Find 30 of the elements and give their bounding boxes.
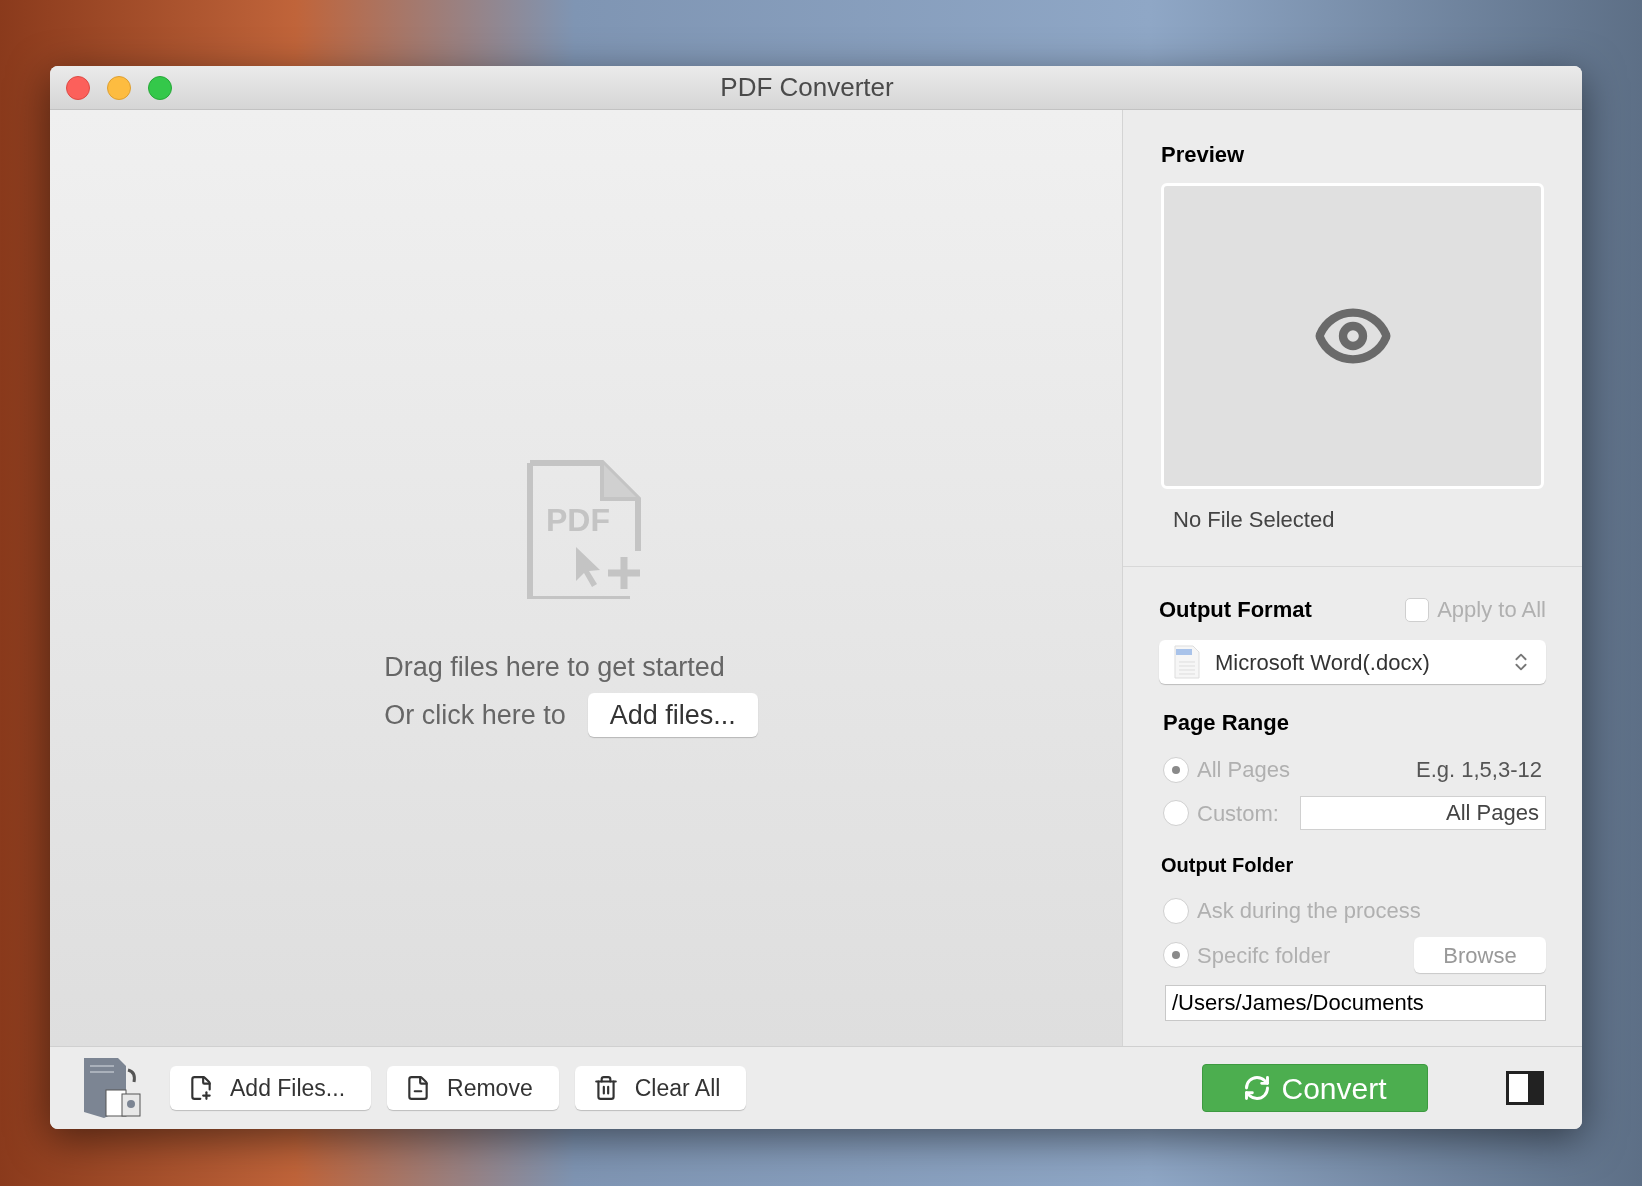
document-icon <box>1173 644 1201 680</box>
page-range-hint: E.g. 1,5,3-12 <box>1416 756 1542 784</box>
preview-heading: Preview <box>1161 141 1246 169</box>
output-path-field[interactable]: /Users/James/Documents <box>1165 985 1546 1021</box>
toolbar-button[interactable]: Remove <box>387 1066 559 1110</box>
preview-status: No File Selected <box>1173 506 1336 534</box>
toolbar-button[interactable]: Clear All <box>574 1066 747 1110</box>
add-files-button[interactable]: Add files... <box>587 693 758 738</box>
radio-label: All Pages <box>1197 756 1290 784</box>
radio-label: Ask during the process <box>1197 897 1421 925</box>
minimize-button[interactable] <box>107 75 131 100</box>
refresh-icon <box>1243 1074 1272 1102</box>
close-button[interactable] <box>66 75 90 100</box>
toolbar-button[interactable]: Add Files... <box>170 1066 372 1110</box>
custom-range-field[interactable]: All Pages <box>1300 796 1546 830</box>
format-value: Microsoft Word(.docx) <box>1215 648 1431 677</box>
radio-label: Custom: <box>1197 799 1279 828</box>
zoom-button[interactable] <box>148 75 172 100</box>
trash-icon <box>592 1075 619 1101</box>
page-range-heading: Page Range <box>1163 709 1290 737</box>
drop-message: Drag files here to get started <box>384 650 725 684</box>
output-folder-heading: Output Folder <box>1161 853 1295 878</box>
window-title: PDF Converter <box>720 71 894 104</box>
file-plus-icon <box>188 1075 214 1101</box>
format-select[interactable]: Microsoft Word(.docx) <box>1159 640 1546 684</box>
sidebar-toggle-icon[interactable] <box>1506 1071 1544 1105</box>
output-format-heading: Output Format <box>1159 596 1312 624</box>
apply-to-all-label: Apply to All <box>1437 596 1546 624</box>
radio-label: Specifc folder <box>1197 941 1331 970</box>
drop-prompt: Or click here to <box>384 699 566 732</box>
